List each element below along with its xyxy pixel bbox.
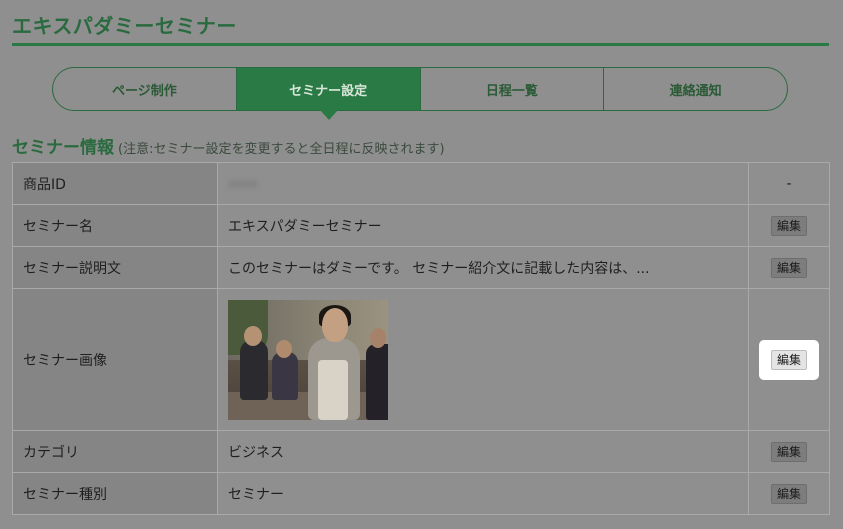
highlight-spotlight: 編集 <box>759 339 819 380</box>
table-row-category: カテゴリ ビジネス 編集 <box>12 430 830 473</box>
edit-seminar-name-button[interactable]: 編集 <box>770 215 807 236</box>
row-value: エキスパダミーセミナー <box>217 204 749 247</box>
row-value: セミナー <box>217 472 749 515</box>
row-action: 編集 <box>748 472 830 515</box>
section-title: セミナー情報 <box>12 138 114 158</box>
active-tab-pointer <box>320 110 338 120</box>
section-heading: セミナー情報 (注意:セミナー設定を変更すると全日程に反映されます) <box>12 133 445 158</box>
tab-seminar-settings[interactable]: セミナー設定 <box>235 68 420 110</box>
tab-schedule-list[interactable]: 日程一覧 <box>419 68 604 110</box>
tab-notifications[interactable]: 連絡通知 <box>603 68 787 110</box>
table-row-description: セミナー説明文 このセミナーはダミーです。 セミナー紹介文に記載した内容は、..… <box>12 246 830 289</box>
table-row-seminar-type: セミナー種別 セミナー 編集 <box>12 472 830 515</box>
blurred-product-id <box>228 179 258 188</box>
row-action: 編集 <box>748 204 830 247</box>
row-value: ビジネス <box>217 430 749 473</box>
tab-page-creation[interactable]: ページ制作 <box>53 68 236 110</box>
tab-bar: ページ制作 セミナー設定 日程一覧 連絡通知 <box>52 67 788 111</box>
row-value: このセミナーはダミーです。 セミナー紹介文に記載した内容は、... <box>217 246 749 289</box>
row-action-none: - <box>748 162 830 205</box>
row-action: 編集 <box>748 246 830 289</box>
row-label: 商品ID <box>12 162 218 205</box>
edit-seminar-type-button[interactable]: 編集 <box>770 483 807 504</box>
row-value <box>217 162 749 205</box>
row-label: セミナー説明文 <box>12 246 218 289</box>
row-action: 編集 <box>748 430 830 473</box>
row-label: カテゴリ <box>12 430 218 473</box>
page-title: エキスパダミーセミナー <box>12 14 237 38</box>
row-action: 編集 <box>748 288 830 431</box>
table-row-seminar-image: セミナー画像 編集 <box>12 288 830 431</box>
table-row-product-id: 商品ID - <box>12 162 830 205</box>
seminar-image <box>228 299 388 420</box>
edit-category-button[interactable]: 編集 <box>770 441 807 462</box>
edit-seminar-image-button[interactable]: 編集 <box>771 349 807 370</box>
row-label: セミナー画像 <box>12 288 218 431</box>
row-value <box>217 288 749 431</box>
row-label: セミナー名 <box>12 204 218 247</box>
section-note: (注意:セミナー設定を変更すると全日程に反映されます) <box>118 142 445 157</box>
edit-description-button[interactable]: 編集 <box>770 257 807 278</box>
title-divider <box>12 43 829 46</box>
table-row-seminar-name: セミナー名 エキスパダミーセミナー 編集 <box>12 204 830 247</box>
row-label: セミナー種別 <box>12 472 218 515</box>
seminar-info-table: 商品ID - セミナー名 エキスパダミーセミナー 編集 セミナー説明文 このセミ… <box>12 162 830 515</box>
